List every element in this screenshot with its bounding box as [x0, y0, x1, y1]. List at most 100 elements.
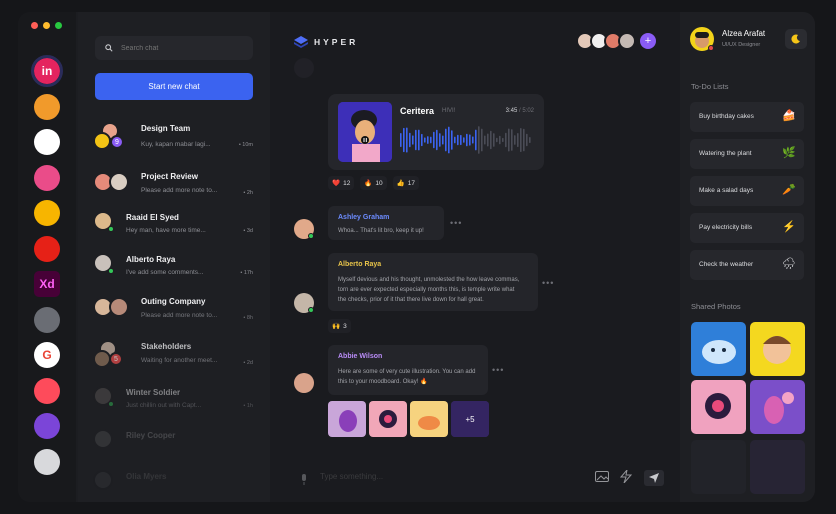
search-input[interactable]: [121, 44, 241, 52]
carrot-icon: 🥕: [782, 184, 796, 196]
microphone-icon[interactable]: [300, 474, 308, 485]
image-thumbnail[interactable]: +5: [451, 401, 489, 437]
chat-name: Winter Soldier: [126, 388, 181, 397]
shared-photo[interactable]: [691, 440, 746, 494]
dribbble-app-icon[interactable]: [34, 164, 60, 191]
play-pause-icon: [361, 136, 369, 144]
tinder-app-icon[interactable]: [34, 377, 60, 404]
waveform-bar: [418, 129, 420, 151]
chat-time: • 8h: [243, 315, 253, 321]
member-count-badge: 9: [110, 135, 124, 149]
shared-photo[interactable]: [750, 322, 805, 376]
more-options-icon[interactable]: •••: [492, 365, 504, 375]
more-options-icon[interactable]: •••: [542, 278, 554, 288]
chat-preview: Hey man, have more time...: [126, 227, 206, 234]
chat-item-outing-company[interactable]: Outing Company Please add more note to..…: [78, 295, 270, 335]
google-app-icon[interactable]: G: [34, 342, 60, 368]
maximize-window-button[interactable]: [55, 22, 62, 29]
cake-icon: 🍰: [782, 110, 796, 122]
start-new-chat-button[interactable]: Start new chat: [95, 73, 253, 100]
shared-photo[interactable]: [750, 440, 805, 494]
waveform-bar: [520, 127, 522, 153]
reaction-fire[interactable]: 🔥 10: [360, 176, 387, 190]
more-options-icon[interactable]: •••: [450, 218, 462, 228]
online-indicator: [108, 226, 114, 232]
reaction-thumbs-up[interactable]: 👍 17: [392, 176, 419, 190]
shared-photo[interactable]: [691, 380, 746, 434]
apple-app-icon[interactable]: [34, 448, 60, 475]
waveform-bar: [424, 137, 426, 143]
chat-name: Riley Cooper: [126, 431, 176, 440]
adobe-xd-app-icon[interactable]: Xd: [34, 271, 60, 297]
image-upload-icon[interactable]: [595, 471, 609, 482]
minimize-window-button[interactable]: [43, 22, 50, 29]
song-artist: HIVI!: [442, 108, 456, 114]
brand: HYPER: [294, 36, 358, 48]
hyper-logo-icon: [294, 36, 308, 48]
avatar: [93, 429, 113, 449]
waveform-bar: [448, 126, 450, 154]
song-title: Ceritera: [400, 106, 435, 116]
lightning-icon[interactable]: [620, 470, 632, 483]
swift-app-icon[interactable]: [34, 93, 60, 120]
chat-item-olia-myers[interactable]: Olia Myers: [78, 470, 270, 502]
todo-item[interactable]: Pay electricity bills ⚡: [690, 213, 804, 243]
image-thumbnail[interactable]: [328, 401, 366, 437]
message-input[interactable]: [320, 472, 520, 481]
chat-item-design-team[interactable]: 9 Design Team Kuy, kapan mabar lagi... •…: [78, 122, 270, 162]
chat-item-riley-cooper[interactable]: Riley Cooper: [78, 429, 270, 469]
lightning-icon: ⚡: [782, 221, 796, 233]
playback-time: 3:45 / 5:02: [505, 108, 534, 114]
waveform-bar: [439, 133, 441, 147]
youtube-app-icon[interactable]: [34, 235, 60, 262]
chat-item-stakeholders[interactable]: 5 Stakeholders Waiting for another meet.…: [78, 340, 270, 380]
add-participant-button[interactable]: +: [640, 33, 656, 49]
shared-photo[interactable]: [750, 380, 805, 434]
search-box[interactable]: [95, 36, 253, 60]
todo-item[interactable]: Check the weather 🌧: [690, 250, 804, 280]
image-thumbnail[interactable]: [410, 401, 448, 437]
waveform-bar: [403, 127, 405, 153]
reaction-raised-hands[interactable]: 🙌 3: [328, 319, 351, 333]
waveform-bar: [445, 128, 447, 152]
shared-photos-title: Shared Photos: [691, 302, 741, 311]
audio-waveform[interactable]: [400, 120, 534, 160]
waveform-bar: [523, 128, 525, 152]
chat-item-project-review[interactable]: Project Review Please add more note to..…: [78, 170, 270, 210]
figma-app-icon[interactable]: [34, 129, 60, 155]
waveform-bar: [493, 133, 495, 147]
close-window-button[interactable]: [31, 22, 38, 29]
send-button[interactable]: [644, 470, 664, 486]
todo-item[interactable]: Make a salad days 🥕: [690, 176, 804, 206]
chat-item-winter-soldier[interactable]: Winter Soldier Just chillin out with Cap…: [78, 386, 270, 426]
sketch-app-icon[interactable]: [34, 200, 60, 226]
waveform-bar: [514, 135, 516, 145]
todo-item[interactable]: Watering the plant 🌿: [690, 139, 804, 169]
user-name: Alzea Arafat: [722, 29, 766, 38]
waveform-bar: [412, 135, 414, 145]
chat-time: • 2d: [243, 360, 253, 366]
waveform-bar: [460, 134, 462, 146]
waveform-bar: [481, 128, 483, 152]
chat-preview: I've add some comments...: [126, 269, 204, 276]
shared-photo[interactable]: [691, 322, 746, 376]
wordpress-app-icon[interactable]: [34, 306, 60, 333]
message-text: Myself devious and his thought, unmolest…: [338, 277, 520, 303]
member-count-badge: 5: [109, 352, 123, 366]
invision-app-icon[interactable]: in: [31, 55, 63, 87]
waveform-bar: [508, 128, 510, 152]
waveform-bar: [400, 133, 402, 147]
firefox-app-icon[interactable]: [34, 413, 60, 439]
message-bubble: Ashley Graham Whoa... That's lit bro, ke…: [328, 206, 444, 240]
chat-item-raaid-el-syed[interactable]: Raaid El Syed Hey man, have more time...…: [78, 211, 270, 251]
waveform-bar: [454, 136, 456, 144]
dark-mode-toggle[interactable]: [785, 29, 807, 49]
image-thumbnail[interactable]: [369, 401, 407, 437]
reaction-heart[interactable]: ❤️ 12: [328, 176, 355, 190]
music-message-card[interactable]: Ceritera HIVI! 3:45 / 5:02: [328, 94, 544, 170]
todo-item[interactable]: Buy birthday cakes 🍰: [690, 102, 804, 132]
participant-list[interactable]: +: [576, 32, 656, 50]
chat-item-alberto-raya[interactable]: Alberto Raya I've add some comments... •…: [78, 253, 270, 293]
chat-preview: Please add more note to...: [141, 312, 218, 319]
message-text: Here are some of very cute illustration.…: [338, 369, 476, 385]
